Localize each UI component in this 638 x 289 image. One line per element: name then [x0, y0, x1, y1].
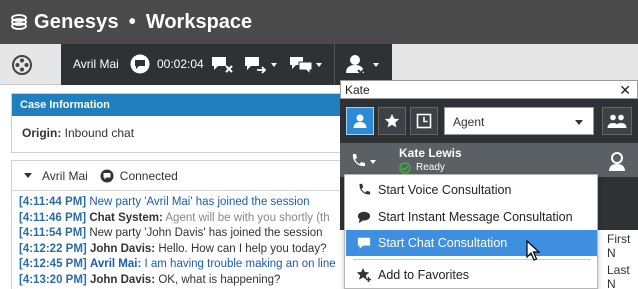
case-information-header[interactable]: Case Information: [12, 94, 350, 116]
line-text: New party 'John Davis' has joined the se…: [89, 227, 323, 239]
app-name: Workspace: [145, 10, 253, 33]
filter-type-value: Agent: [453, 115, 485, 129]
brand-name: Genesys: [34, 10, 119, 33]
transcript-line: [4:13:20 PM] John Davis: OK, what is hap…: [19, 273, 350, 289]
filter-all-button[interactable]: [346, 107, 374, 135]
transcript-line: [4:12:45 PM] Avril Mai: I am having trou…: [19, 257, 350, 273]
main-toolbar: Avril Mai 00:02:04: [0, 44, 638, 85]
ready-status-icon: [399, 162, 411, 174]
chat-bubble-icon: [356, 235, 372, 251]
star-plus-icon: [356, 267, 372, 283]
line-timestamp: [4:11:54 PM]: [19, 227, 87, 239]
transcript-line: [4:11:44 PM] New party 'Avril Mai' has j…: [19, 195, 350, 211]
mouse-cursor-icon: [526, 240, 540, 261]
consultation-menu: Start Voice Consultation Start Instant M…: [344, 174, 598, 289]
group-icon: [607, 114, 627, 128]
line-sender: Avril Mai:: [89, 258, 142, 270]
line-text: I am having trouble making an on line: [144, 258, 336, 270]
line-text: Agent will be with you shortly (th: [165, 211, 330, 224]
end-chat-button[interactable]: [211, 53, 235, 77]
filter-favorites-button[interactable]: [378, 107, 406, 135]
line-text: OK, what is happening?: [158, 273, 281, 286]
agent-status-caret-icon: [373, 63, 379, 67]
menu-item-start-im-consultation[interactable]: Start Instant Message Consultation: [346, 204, 597, 230]
consult-icon: [290, 57, 313, 75]
transcript-line: [4:11:54 PM] New party 'John Davis' has …: [19, 226, 350, 242]
case-origin: Origin: Inbound chat: [12, 116, 350, 140]
chat-status: Connected: [119, 168, 178, 183]
line-sender: John Davis:: [89, 273, 156, 286]
line-sender: John Davis:: [89, 242, 156, 255]
actions-caret-icon[interactable]: [370, 160, 376, 164]
genesys-logo-icon: [9, 12, 29, 32]
line-timestamp: [4:13:20 PM]: [19, 273, 87, 286]
chat-transcript: [4:11:44 PM] New party 'Avril Mai' has j…: [12, 191, 350, 288]
filter-type-select[interactable]: Agent: [444, 107, 594, 135]
phone-icon: [356, 182, 372, 198]
end-chat-icon: [212, 57, 233, 73]
star-icon: [384, 114, 400, 128]
chat-party-header[interactable]: Avril Mai Connected: [12, 161, 350, 191]
chat-party-name: Avril Mai: [42, 168, 88, 183]
chat-status-icon: [100, 169, 114, 182]
transcript-line: [4:12:22 PM] John Davis: Hello. How can …: [19, 242, 350, 258]
search-query: Kate: [345, 83, 370, 97]
close-icon[interactable]: ✕: [619, 81, 631, 99]
line-sender: Chat System:: [89, 211, 163, 224]
team-communicator-search-input[interactable]: Kate ✕: [340, 80, 638, 99]
case-information-panel: Case Information Origin: Inbound chat: [11, 93, 351, 153]
menu-item-label: Start Chat Consultation: [378, 236, 508, 250]
chat-icon: [130, 54, 150, 74]
line-timestamp: [4:12:22 PM]: [19, 242, 87, 255]
chevron-down-icon: [575, 120, 583, 125]
result-name: Kate Lewis: [399, 146, 462, 160]
line-text: Hello. How can I help you today?: [158, 242, 327, 255]
agent-status-icon: [346, 55, 367, 74]
line-timestamp: [4:12:45 PM]: [19, 258, 87, 270]
consult-button[interactable]: [289, 53, 322, 77]
consult-caret-icon: [316, 63, 322, 67]
group-by-button[interactable]: [602, 107, 632, 135]
recent-icon: [416, 113, 432, 129]
menu-item-label: Add to Favorites: [378, 268, 470, 282]
agent-status-button[interactable]: [334, 44, 392, 85]
menu-item-label: Start Instant Message Consultation: [378, 210, 573, 224]
im-bubble-icon: [356, 209, 372, 225]
transfer-caret-icon: [271, 63, 277, 67]
menu-item-start-chat-consultation[interactable]: Start Chat Consultation: [346, 230, 597, 256]
search-result-row[interactable]: Kate Lewis Ready: [340, 143, 638, 177]
menu-item-add-to-favorites[interactable]: Add to Favorites: [346, 262, 597, 288]
contact-card-icon[interactable]: [606, 150, 628, 172]
chat-panel: Avril Mai Connected [4:11:44 PM] New par…: [11, 160, 351, 289]
collapse-caret-icon[interactable]: [24, 173, 32, 178]
transcript-line: [4:11:46 PM] Chat System: Agent will be …: [19, 211, 350, 227]
origin-value: Inbound chat: [64, 126, 135, 140]
line-timestamp: [4:11:46 PM]: [19, 211, 87, 224]
transfer-icon: [245, 57, 267, 74]
genesys-menu-icon[interactable]: [11, 54, 33, 76]
title-separator: •: [128, 10, 136, 33]
menu-item-start-voice-consultation[interactable]: Start Voice Consultation: [346, 177, 597, 203]
result-status: Ready: [416, 162, 445, 173]
origin-label: Origin:: [22, 126, 62, 140]
filter-recent-button[interactable]: [410, 107, 438, 135]
phone-icon[interactable]: [350, 153, 366, 169]
party-name: Avril Mai: [73, 57, 119, 71]
line-timestamp: [4:11:44 PM]: [19, 196, 87, 208]
interaction-timer: 00:02:04: [157, 57, 204, 71]
menu-separator: [353, 259, 591, 260]
first-name-label: First N: [607, 232, 631, 260]
menu-item-label: Start Voice Consultation: [378, 183, 512, 197]
person-icon: [353, 114, 367, 128]
transfer-button[interactable]: [244, 53, 277, 77]
last-name-label: Last N: [607, 263, 630, 289]
title-bar: Genesys • Workspace: [0, 0, 638, 44]
line-text: New party 'Avril Mai' has joined the ses…: [89, 196, 310, 208]
